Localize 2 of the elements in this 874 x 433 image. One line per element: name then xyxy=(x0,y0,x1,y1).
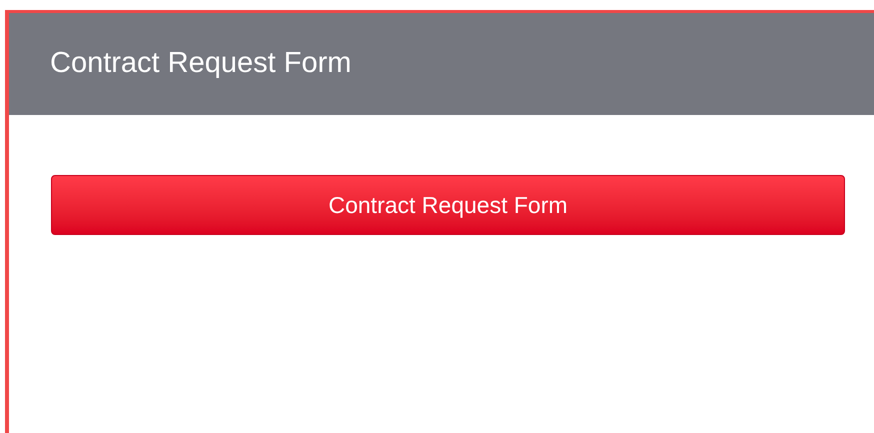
form-button[interactable]: Contract Request Form xyxy=(51,175,845,235)
header-title: Contract Request Form xyxy=(50,46,352,82)
